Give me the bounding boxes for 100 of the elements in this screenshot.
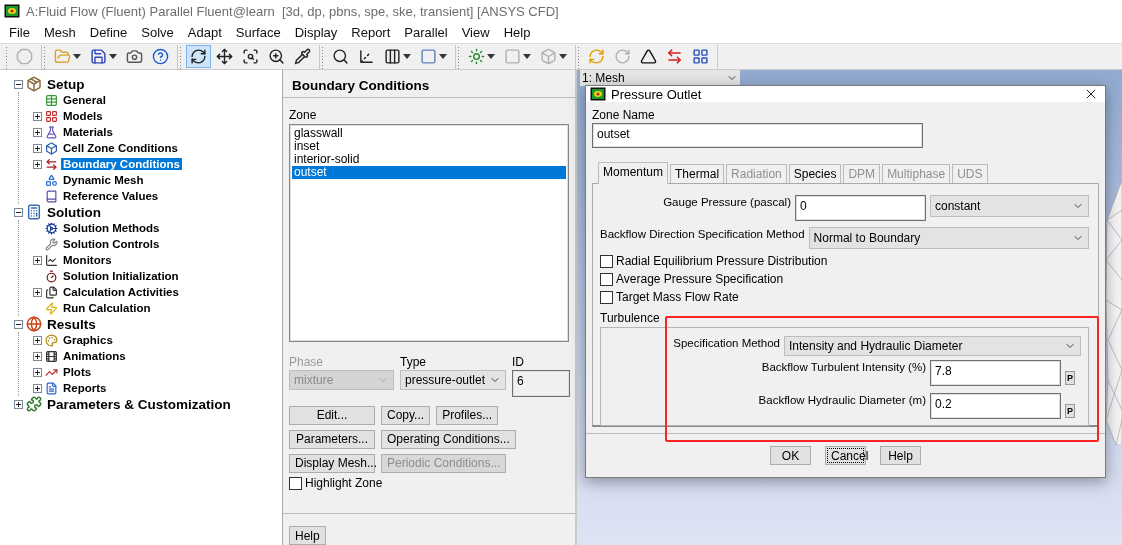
help-button[interactable]: Help [289, 526, 326, 545]
specification-dropdown[interactable]: Intensity and Hydraulic Diameter [784, 336, 1081, 356]
checkbox[interactable] [289, 476, 302, 490]
zone-name-field[interactable]: outset [592, 123, 923, 148]
tree-item[interactable]: Calculation Activities [61, 286, 181, 298]
expand-icon[interactable] [14, 399, 23, 409]
book-icon [45, 189, 58, 203]
sync-icon [588, 48, 605, 65]
expand-icon[interactable] [33, 335, 42, 345]
tree-item[interactable]: Setup [45, 76, 87, 92]
tree-item[interactable]: Solution [45, 204, 103, 220]
menu-item[interactable]: Define [82, 25, 135, 40]
panel-button[interactable]: Profiles... [436, 405, 499, 425]
arrows-icon [45, 157, 58, 171]
menu-item[interactable]: Display [287, 25, 345, 40]
option-checkbox[interactable]: Target Mass Flow Rate [600, 288, 1089, 306]
tree-item[interactable]: Graphics [61, 334, 115, 346]
value-field[interactable]: 0.2 [930, 393, 1061, 419]
method-dropdown[interactable]: constant [930, 195, 1089, 217]
id-field[interactable]: 6 [512, 369, 570, 397]
list-item[interactable]: inset [292, 140, 566, 153]
list-item[interactable]: interior-solid [292, 153, 566, 166]
tab[interactable]: Momentum [598, 162, 669, 184]
dialog-button[interactable]: OK [770, 446, 811, 465]
tree-item[interactable]: Animations [61, 350, 128, 362]
flask-icon [45, 125, 58, 139]
tree-item[interactable]: Solution Controls [61, 238, 162, 250]
menu-item[interactable]: Mesh [36, 25, 83, 40]
option-checkbox[interactable]: Radial Equilibrium Pressure Distribution [600, 252, 1089, 270]
tree-item[interactable]: Parameters & Customization [45, 396, 233, 412]
expand-icon[interactable] [33, 127, 42, 137]
direction-dropdown[interactable]: Normal to Boundary [808, 227, 1089, 249]
menu-item[interactable]: File [2, 25, 37, 40]
toolbar-button[interactable] [186, 45, 211, 68]
checkbox[interactable] [600, 272, 613, 286]
tree-item[interactable]: Solution Methods [61, 222, 162, 234]
zone-list[interactable]: glasswall inset interior-solid outset [289, 124, 569, 342]
menu-item[interactable]: Solve [134, 25, 181, 40]
tab[interactable]: Species [788, 164, 842, 183]
option-checkbox[interactable]: Average Pressure Specification [600, 270, 1089, 288]
package-icon [26, 76, 42, 92]
expand-icon[interactable] [33, 351, 42, 361]
expand-icon[interactable] [33, 383, 42, 393]
tree-item[interactable]: Plots [61, 366, 94, 378]
dialog-button[interactable]: Cancel [825, 446, 866, 465]
panel-title: Boundary Conditions [283, 76, 575, 98]
expand-icon[interactable] [33, 111, 42, 121]
collapse-icon[interactable] [14, 207, 23, 217]
menu-item[interactable]: View [454, 25, 497, 40]
checkbox[interactable] [600, 290, 613, 304]
tree-item[interactable]: Solution Initialization [61, 270, 181, 282]
table-icon [45, 93, 58, 107]
dialog-title: Pressure Outlet [611, 86, 703, 102]
tree-item[interactable]: Run Calculation [61, 302, 153, 314]
panel-button[interactable]: Copy... [381, 405, 431, 425]
value-field[interactable]: 7.8 [930, 360, 1061, 386]
tree-item[interactable]: Monitors [61, 254, 114, 266]
tree-item[interactable]: Reference Values [61, 190, 161, 202]
tree-item[interactable]: Models [61, 110, 105, 122]
parameter-button[interactable]: P [1065, 371, 1075, 385]
expand-icon[interactable] [33, 159, 42, 169]
group-title: Turbulence [600, 311, 661, 325]
tree-item[interactable]: Dynamic Mesh [61, 174, 146, 186]
list-item[interactable]: glasswall [292, 127, 566, 140]
tree-item[interactable]: Cell Zone Conditions [61, 142, 180, 154]
tab[interactable]: Thermal [670, 164, 725, 183]
rotate-icon [190, 48, 207, 65]
menu-item[interactable]: Surface [228, 25, 288, 40]
expand-icon[interactable] [33, 287, 42, 297]
expand-icon[interactable] [33, 143, 42, 153]
expand-icon[interactable] [33, 367, 42, 377]
type-dropdown[interactable]: pressure-outlet [400, 369, 506, 390]
menu-item[interactable]: Parallel [397, 25, 455, 40]
field-label: Phase [289, 354, 325, 369]
parameter-button[interactable]: P [1065, 404, 1075, 418]
calculator-icon [26, 204, 42, 220]
search-icon [332, 48, 349, 65]
dialog-button[interactable]: Help [880, 446, 921, 465]
highlight-zone-checkbox[interactable]: Highlight Zone [289, 475, 569, 491]
panel-button[interactable]: Display Mesh... [289, 453, 375, 473]
tree-item[interactable]: Reports [61, 382, 109, 394]
tree-item[interactable]: Results [45, 316, 98, 332]
menu-item[interactable]: Help [496, 25, 538, 40]
expand-icon[interactable] [33, 255, 42, 265]
collapse-icon[interactable] [14, 319, 23, 329]
field-label: Zone Name [592, 108, 656, 122]
gauge-pressure-field[interactable]: 0 [795, 195, 926, 221]
graphics-window-dropdown[interactable]: 1: Mesh [580, 70, 740, 86]
checkbox[interactable] [600, 254, 613, 268]
collapse-icon[interactable] [14, 79, 23, 89]
tree-item[interactable]: Boundary Conditions [61, 158, 182, 170]
columns-icon [384, 48, 401, 65]
tree-item[interactable]: General [61, 94, 108, 106]
menu-item[interactable]: Report [344, 25, 398, 40]
panel-button[interactable]: Operating Conditions... [381, 429, 516, 449]
list-item[interactable]: outset [292, 166, 566, 179]
tree-item[interactable]: Materials [61, 126, 115, 138]
panel-button[interactable]: Parameters... [289, 429, 375, 449]
panel-button[interactable]: Edit... [289, 405, 375, 425]
menu-item[interactable]: Adapt [180, 25, 229, 40]
